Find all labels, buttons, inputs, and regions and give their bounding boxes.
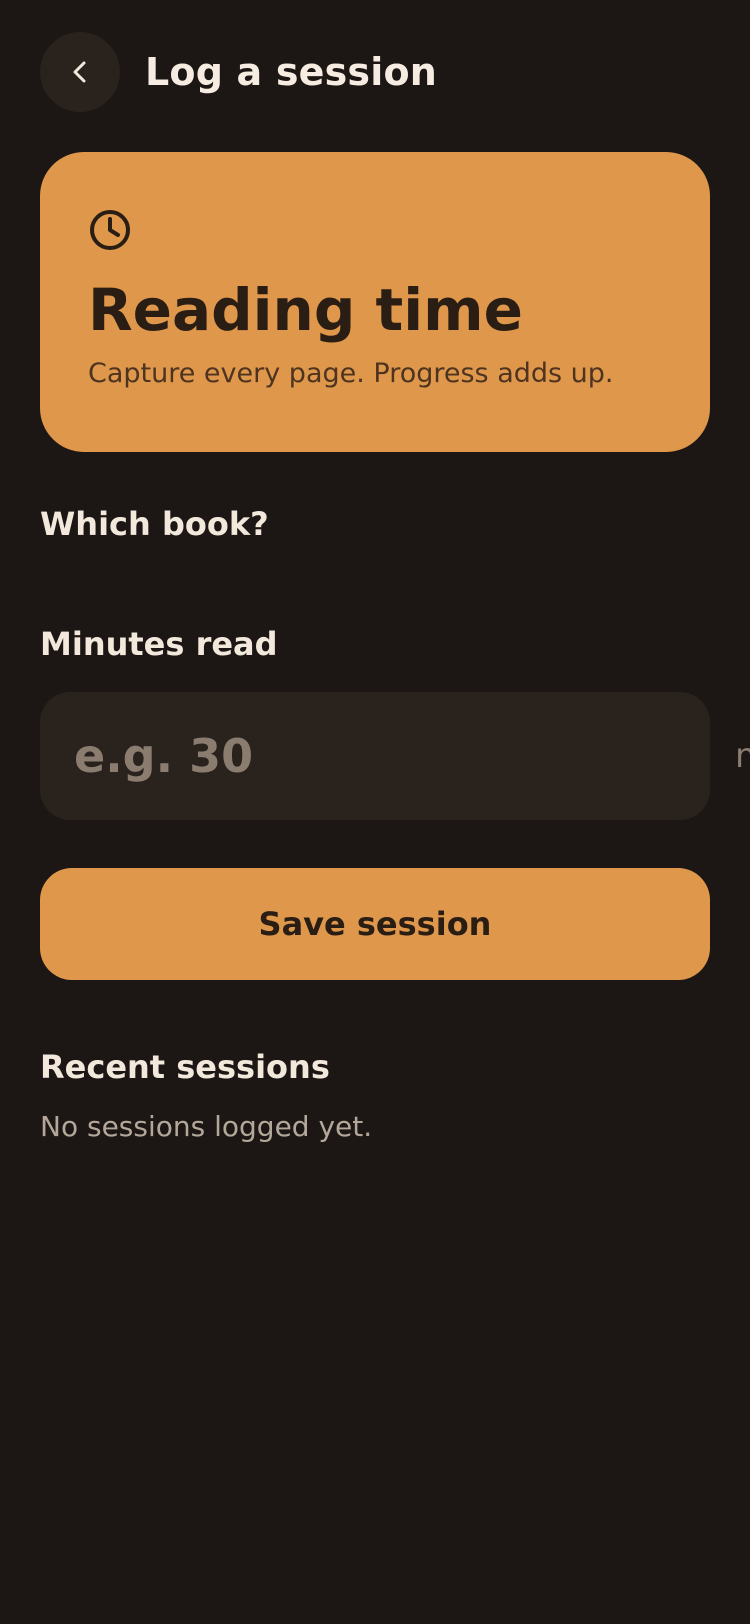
save-session-button[interactable]: Save session — [40, 868, 710, 980]
page-title: Log a session — [145, 50, 438, 94]
hero-title: Reading time — [88, 276, 523, 344]
minutes-label: Minutes read — [40, 625, 278, 663]
clock-icon — [90, 210, 130, 250]
header: Log a session — [40, 32, 437, 112]
minutes-unit: min — [735, 736, 750, 776]
chevron-left-icon — [73, 61, 86, 83]
recent-sessions-title: Recent sessions — [40, 1048, 330, 1086]
book-label: Which book? — [40, 505, 269, 543]
minutes-field[interactable] — [40, 692, 710, 820]
back-button[interactable] — [40, 32, 120, 112]
minutes-input[interactable] — [72, 728, 678, 784]
hero-subtitle: Capture every page. Progress adds up. — [88, 358, 614, 389]
reading-time-card: Reading time Capture every page. Progres… — [40, 152, 710, 452]
empty-state-text: No sessions logged yet. — [40, 1110, 373, 1143]
